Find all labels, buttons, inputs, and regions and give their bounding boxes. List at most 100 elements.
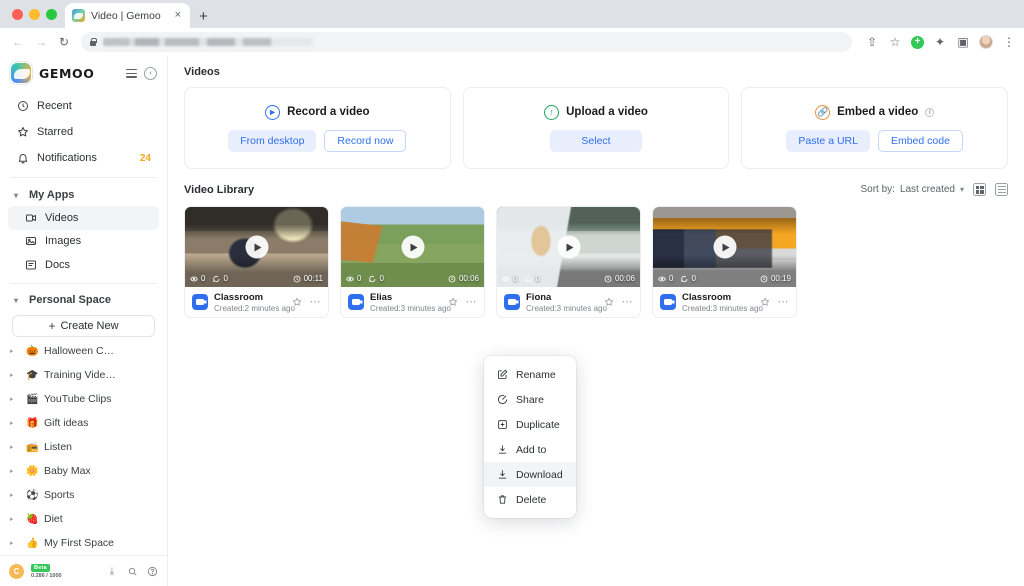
video-meta: Fiona Created:3 minutes ago — [526, 292, 607, 313]
space-item[interactable]: ▸ 🎓 Training Vide… — [0, 363, 167, 387]
chrome-menu-icon[interactable]: ⋮ — [1002, 35, 1016, 49]
video-thumbnail[interactable]: 0 0 — [497, 207, 640, 287]
sidebar-item-images[interactable]: Images — [8, 230, 159, 254]
more-options-icon[interactable]: ⋯ — [778, 296, 790, 308]
card-title-row: ↑ Upload a video — [544, 104, 648, 120]
info-icon[interactable]: i — [925, 107, 935, 117]
video-card[interactable]: 0 0 — [652, 206, 797, 318]
hamburger-menu-icon[interactable] — [126, 68, 137, 78]
chevron-right-icon[interactable]: ▸ — [10, 539, 20, 547]
star-icon[interactable] — [448, 297, 459, 308]
back-icon[interactable]: ← — [8, 32, 28, 52]
close-window-button[interactable] — [12, 8, 23, 20]
sidebar-item-videos[interactable]: Videos — [8, 206, 159, 230]
paste-url-button[interactable]: Paste a URL — [786, 129, 870, 152]
video-thumbnail[interactable]: 0 0 — [185, 207, 328, 287]
select-button[interactable]: Select — [550, 129, 642, 152]
avatar[interactable]: C — [9, 563, 24, 579]
chevron-right-icon[interactable]: ▸ — [10, 467, 20, 475]
chevron-right-icon[interactable]: ▸ — [10, 395, 20, 403]
window-controls[interactable] — [8, 0, 65, 28]
new-tab-button[interactable]: + — [199, 9, 208, 24]
puzzle-icon[interactable]: ✦ — [933, 35, 947, 49]
group-header-personal-space[interactable]: ▾ Personal Space — [0, 290, 167, 312]
side-panel-icon[interactable]: ▣ — [956, 35, 970, 49]
comment-count: 0 — [535, 274, 540, 283]
more-options-icon[interactable]: ⋯ — [466, 296, 478, 308]
video-card[interactable]: 0 0 — [340, 206, 485, 318]
star-icon[interactable] — [604, 297, 615, 308]
close-icon[interactable]: × — [173, 9, 183, 22]
embed-code-button[interactable]: Embed code — [877, 129, 963, 152]
play-button[interactable] — [245, 235, 268, 259]
video-card[interactable]: 0 0 — [496, 206, 641, 318]
space-item[interactable]: ▸ 🎃 Halloween C… — [0, 339, 167, 363]
context-menu-item-rename[interactable]: Rename — [484, 362, 576, 387]
eye-icon — [502, 275, 510, 283]
download-app-icon[interactable]: ⤓ — [106, 565, 118, 577]
space-item[interactable]: ▸ 🌼 Baby Max — [0, 459, 167, 483]
browser-tab[interactable]: Video | Gemoo × — [65, 3, 190, 28]
context-menu-item-duplicate[interactable]: Duplicate — [484, 412, 576, 437]
chevron-right-icon[interactable]: ▸ — [10, 443, 20, 451]
library-header: Video Library Sort by: Last created ▾ — [184, 183, 1008, 196]
extension-icon[interactable] — [911, 35, 924, 49]
bookmark-icon[interactable]: ☆ — [888, 35, 902, 49]
forward-icon[interactable]: → — [31, 32, 51, 52]
star-icon[interactable] — [292, 297, 303, 308]
sidebar-item-recent[interactable]: Recent — [8, 93, 159, 119]
sort-by-dropdown[interactable]: Sort by: Last created ▾ — [860, 184, 964, 195]
video-card[interactable]: 0 0 — [184, 206, 329, 318]
context-menu-item-share[interactable]: Share — [484, 387, 576, 412]
sidebar-item-starred[interactable]: Starred — [8, 119, 159, 145]
sidebar-item-notifications[interactable]: Notifications 24 — [8, 145, 159, 171]
space-item[interactable]: ▸ 🎬 YouTube Clips — [0, 387, 167, 411]
video-created: Created:3 minutes ago — [682, 303, 763, 313]
card-title: Upload a video — [566, 106, 648, 118]
profile-avatar-icon[interactable] — [979, 35, 993, 49]
video-thumbnail[interactable]: 0 0 — [341, 207, 484, 287]
space-item[interactable]: ▸ 📻 Listen — [0, 435, 167, 459]
chevron-right-icon[interactable]: ▸ — [10, 515, 20, 523]
collapse-sidebar-icon[interactable]: ‹ — [144, 66, 157, 80]
reload-icon[interactable]: ↻ — [54, 32, 74, 52]
video-card-actions: ⋯ — [760, 296, 790, 308]
video-thumbnail[interactable]: 0 0 — [653, 207, 796, 287]
maximize-window-button[interactable] — [46, 8, 57, 20]
play-button[interactable] — [713, 235, 736, 259]
space-item[interactable]: ▸ ⚽ Sports — [0, 483, 167, 507]
context-menu-item-delete[interactable]: Delete — [484, 487, 576, 512]
more-options-icon[interactable]: ⋯ — [310, 296, 322, 308]
play-button[interactable] — [401, 235, 424, 259]
embed-video-card: 🔗 Embed a video i Paste a URL Embed code — [741, 87, 1009, 169]
share-icon[interactable]: ⇧ — [865, 35, 879, 49]
space-item[interactable]: ▸ 🎁 Gift ideas — [0, 411, 167, 435]
from-desktop-button[interactable]: From desktop — [228, 129, 317, 152]
address-bar[interactable] — [81, 32, 852, 52]
context-menu: Rename Share Duplicate Add to Download D… — [484, 356, 576, 518]
list-view-icon[interactable] — [995, 183, 1008, 196]
star-icon[interactable] — [760, 297, 771, 308]
context-menu-item-download[interactable]: Download — [484, 462, 576, 487]
search-icon[interactable] — [126, 565, 138, 577]
context-menu-item-add-to[interactable]: Add to — [484, 437, 576, 462]
chevron-right-icon[interactable]: ▸ — [10, 491, 20, 499]
play-button[interactable] — [557, 235, 580, 259]
chevron-right-icon[interactable]: ▸ — [10, 371, 20, 379]
more-options-icon[interactable]: ⋯ — [622, 296, 634, 308]
group-header-my-apps[interactable]: ▾ My Apps — [0, 184, 167, 206]
space-item[interactable]: ▸ 👍 My First Space — [0, 531, 167, 555]
space-emoji-icon: 🍓 — [26, 513, 39, 525]
url-text-redacted — [103, 38, 313, 46]
record-now-button[interactable]: Record now — [324, 129, 407, 152]
chevron-down-icon: ▾ — [14, 295, 19, 305]
video-card-actions: ⋯ — [292, 296, 322, 308]
grid-view-icon[interactable] — [973, 183, 986, 196]
help-icon[interactable] — [146, 565, 158, 577]
chevron-right-icon[interactable]: ▸ — [10, 347, 20, 355]
minimize-window-button[interactable] — [29, 8, 40, 20]
sidebar-item-docs[interactable]: Docs — [8, 253, 159, 277]
create-new-button[interactable]: + Create New — [12, 315, 155, 338]
chevron-right-icon[interactable]: ▸ — [10, 419, 20, 427]
space-item[interactable]: ▸ 🍓 Diet — [0, 507, 167, 531]
